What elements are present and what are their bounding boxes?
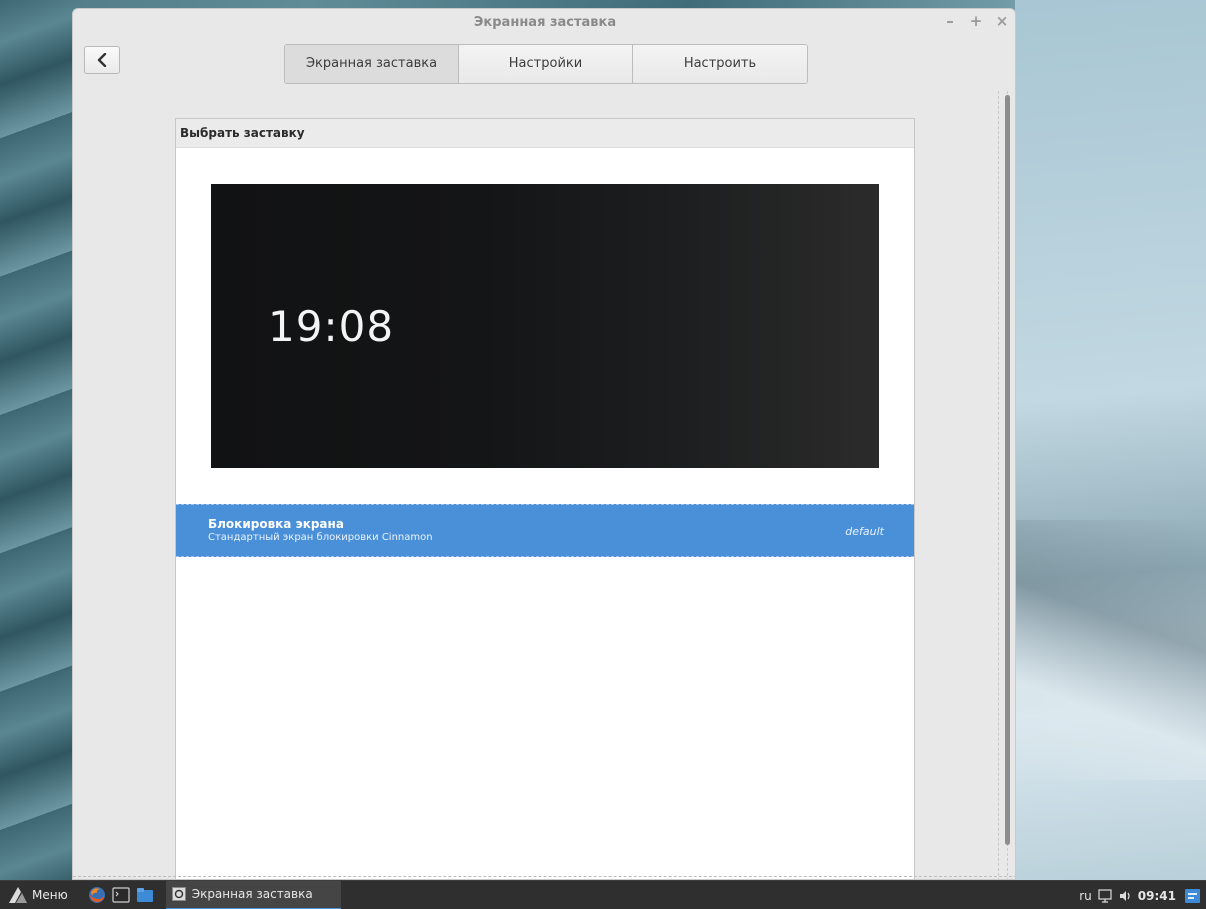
screensaver-window: Экранная заставка – + × Экранная заставк… xyxy=(72,8,1016,880)
menu-label: Меню xyxy=(32,888,68,902)
maximize-button[interactable]: + xyxy=(969,13,983,29)
tab-bar: Экранная заставка Настройки Настроить xyxy=(284,44,808,84)
preview-clock: 19:08 xyxy=(268,302,395,351)
taskbar-window-label: Экранная заставка xyxy=(191,887,313,901)
clock[interactable]: 09:41 xyxy=(1138,889,1176,903)
screensaver-list: Блокировка экрана Стандартный экран блок… xyxy=(176,504,914,557)
window-bottom-divider xyxy=(73,876,1015,877)
terminal-icon[interactable] xyxy=(112,886,130,904)
close-button[interactable]: × xyxy=(995,13,1009,29)
screensaver-chooser-panel: Выбрать заставку 19:08 Блокировка экрана… xyxy=(175,118,915,879)
files-icon[interactable] xyxy=(136,886,154,904)
volume-icon[interactable] xyxy=(1118,889,1132,903)
tab-customize[interactable]: Настроить xyxy=(633,45,807,83)
back-button[interactable] xyxy=(84,46,120,74)
system-tray: ru 09:41 xyxy=(1079,881,1206,909)
taskbar-window-button[interactable]: Экранная заставка xyxy=(165,880,341,909)
menu-logo-icon xyxy=(9,887,27,903)
tab-screensaver[interactable]: Экранная заставка xyxy=(285,45,459,83)
network-icon[interactable] xyxy=(1098,888,1112,903)
desktop-wallpaper-left xyxy=(0,0,80,880)
tab-settings[interactable]: Настройки xyxy=(459,45,633,83)
minimize-button[interactable]: – xyxy=(943,13,957,29)
menu-button[interactable]: Меню xyxy=(8,883,68,907)
firefox-icon[interactable] xyxy=(88,886,106,904)
panel-launchers xyxy=(88,886,154,904)
chevron-left-icon xyxy=(97,53,107,67)
show-desktop-icon[interactable] xyxy=(1182,885,1202,907)
list-item[interactable]: Блокировка экрана Стандартный экран блок… xyxy=(176,504,914,557)
scrollbar-thumb[interactable] xyxy=(1005,95,1010,845)
screensaver-preview: 19:08 xyxy=(211,184,879,468)
list-item-title: Блокировка экрана xyxy=(208,517,344,531)
list-item-tag: default xyxy=(845,525,884,538)
panel-header: Выбрать заставку xyxy=(176,119,914,148)
desktop-wallpaper-right xyxy=(1015,0,1206,880)
taskbar: Меню Экранная заставка ru 09:41 xyxy=(0,880,1206,909)
window-title: Экранная заставка xyxy=(473,15,617,30)
window-titlebar[interactable]: Экранная заставка – + × xyxy=(73,9,1015,37)
screensaver-app-icon xyxy=(171,887,186,901)
list-item-description: Стандартный экран блокировки Cinnamon xyxy=(208,532,433,543)
keyboard-layout-indicator[interactable]: ru xyxy=(1079,889,1092,903)
wallpaper-streak xyxy=(1015,520,1206,780)
window-controls: – + × xyxy=(943,13,1009,29)
